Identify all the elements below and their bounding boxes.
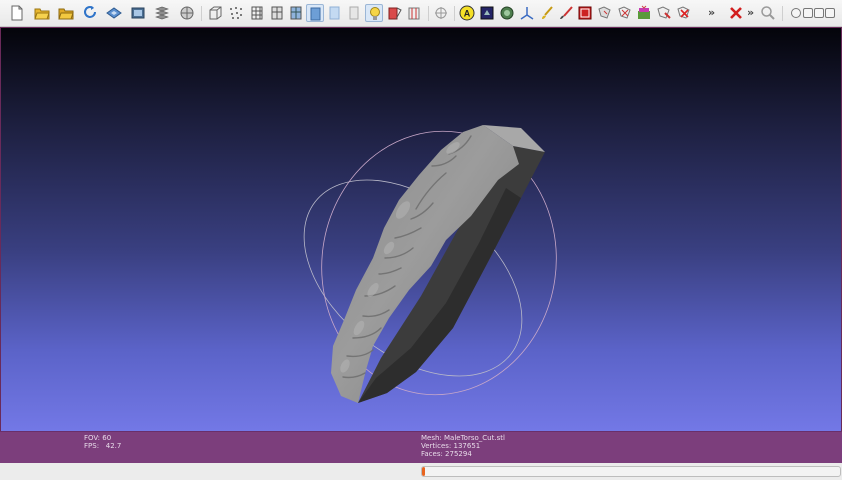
light-icon[interactable]: [345, 4, 363, 22]
progress-fill: [422, 467, 425, 476]
close-icon[interactable]: [675, 4, 693, 22]
app-menu-icon[interactable]: [791, 8, 801, 18]
svg-text:A: A: [464, 9, 471, 19]
decorate-icon[interactable]: A: [458, 4, 476, 22]
search-icon[interactable]: [759, 4, 777, 22]
save-icon[interactable]: [105, 4, 123, 22]
mesh-name: Mesh: MaleTorso_Cut.stl: [421, 434, 505, 442]
flat-icon[interactable]: [306, 4, 324, 22]
wireframe-icon[interactable]: [248, 4, 266, 22]
trackball-icon[interactable]: [405, 4, 423, 22]
main-toolbar: A » »: [0, 0, 842, 27]
delete-all-icon[interactable]: [727, 4, 745, 22]
annotation-icon[interactable]: [432, 4, 450, 22]
progress-bar: [421, 466, 841, 477]
snapshot-icon[interactable]: [129, 4, 147, 22]
mesh-render: [303, 125, 557, 403]
axis-icon[interactable]: [498, 4, 516, 22]
more-icon[interactable]: [655, 4, 673, 22]
open-folder-icon[interactable]: [33, 4, 51, 22]
open-project-icon[interactable]: [57, 4, 75, 22]
fps-readout: FPS: 42.7: [84, 442, 122, 450]
viewport-info-bar: FOV: 60 FPS: 42.7 Mesh: MaleTorso_Cut.st…: [0, 431, 842, 463]
toolbar-extension-chevron-icon[interactable]: »: [747, 6, 754, 20]
hidden-lines-icon[interactable]: [268, 4, 286, 22]
smooth-icon[interactable]: [326, 4, 344, 22]
face-count: Faces: 275294: [421, 450, 472, 458]
new-file-icon[interactable]: [8, 4, 26, 22]
select-connected-icon[interactable]: [596, 4, 614, 22]
color-pick-icon[interactable]: [478, 4, 496, 22]
bounding-box-icon[interactable]: [206, 4, 224, 22]
select-vertices-icon[interactable]: [576, 4, 594, 22]
minimize-icon[interactable]: [803, 8, 813, 18]
points-icon[interactable]: [227, 4, 245, 22]
layers-icon[interactable]: [153, 4, 171, 22]
vertex-count: Vertices: 137651: [421, 442, 481, 450]
brush-icon[interactable]: [538, 4, 556, 22]
flat-lines-icon[interactable]: [287, 4, 305, 22]
fov-readout: FOV: 60: [84, 434, 112, 442]
restore-icon[interactable]: [814, 8, 824, 18]
render-mode-icon[interactable]: [178, 4, 196, 22]
select-faces-icon[interactable]: [557, 4, 575, 22]
close-window-icon[interactable]: [825, 8, 835, 18]
delete-selection-icon[interactable]: [635, 4, 653, 22]
zoom-selection-icon[interactable]: [616, 4, 634, 22]
toolbar-extension-chevron-icon[interactable]: »: [708, 6, 715, 20]
texture-icon[interactable]: [386, 4, 404, 22]
3d-viewport[interactable]: [0, 27, 842, 432]
reload-icon[interactable]: [81, 4, 99, 22]
face-culling-icon[interactable]: [365, 4, 383, 22]
mesh-sculpted-surface: [331, 125, 519, 403]
paint-icon[interactable]: [518, 4, 536, 22]
